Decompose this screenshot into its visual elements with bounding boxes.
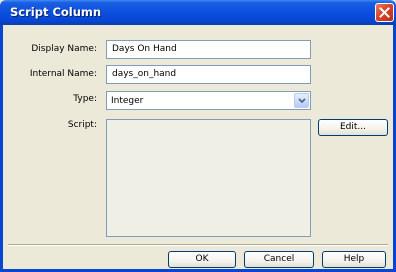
ok-button[interactable]: OK bbox=[168, 251, 236, 268]
script-field[interactable] bbox=[106, 119, 311, 237]
display-name-label: Display Name: bbox=[31, 44, 97, 54]
close-button[interactable] bbox=[375, 3, 394, 22]
type-label: Type: bbox=[73, 94, 97, 104]
edit-button[interactable]: Edit... bbox=[318, 119, 388, 136]
script-label: Script: bbox=[67, 120, 97, 130]
chevron-down-icon bbox=[298, 98, 306, 104]
close-icon bbox=[379, 7, 390, 18]
footer-separator bbox=[8, 244, 388, 246]
display-name-field[interactable]: Days On Hand bbox=[106, 40, 311, 59]
internal-name-value: days_on_hand bbox=[112, 69, 177, 79]
type-select[interactable]: Integer bbox=[106, 91, 311, 110]
display-name-value: Days On Hand bbox=[112, 44, 177, 54]
title-bar[interactable]: Script Column bbox=[0, 0, 396, 25]
window-frame-left bbox=[0, 25, 3, 272]
internal-name-label: Internal Name: bbox=[29, 69, 97, 79]
type-select-value: Integer bbox=[111, 96, 144, 106]
window-title: Script Column bbox=[10, 5, 102, 19]
internal-name-field[interactable]: days_on_hand bbox=[106, 65, 311, 84]
type-dropdown-button[interactable] bbox=[294, 93, 309, 108]
cancel-button[interactable]: Cancel bbox=[244, 251, 314, 268]
help-button[interactable]: Help bbox=[322, 251, 386, 268]
